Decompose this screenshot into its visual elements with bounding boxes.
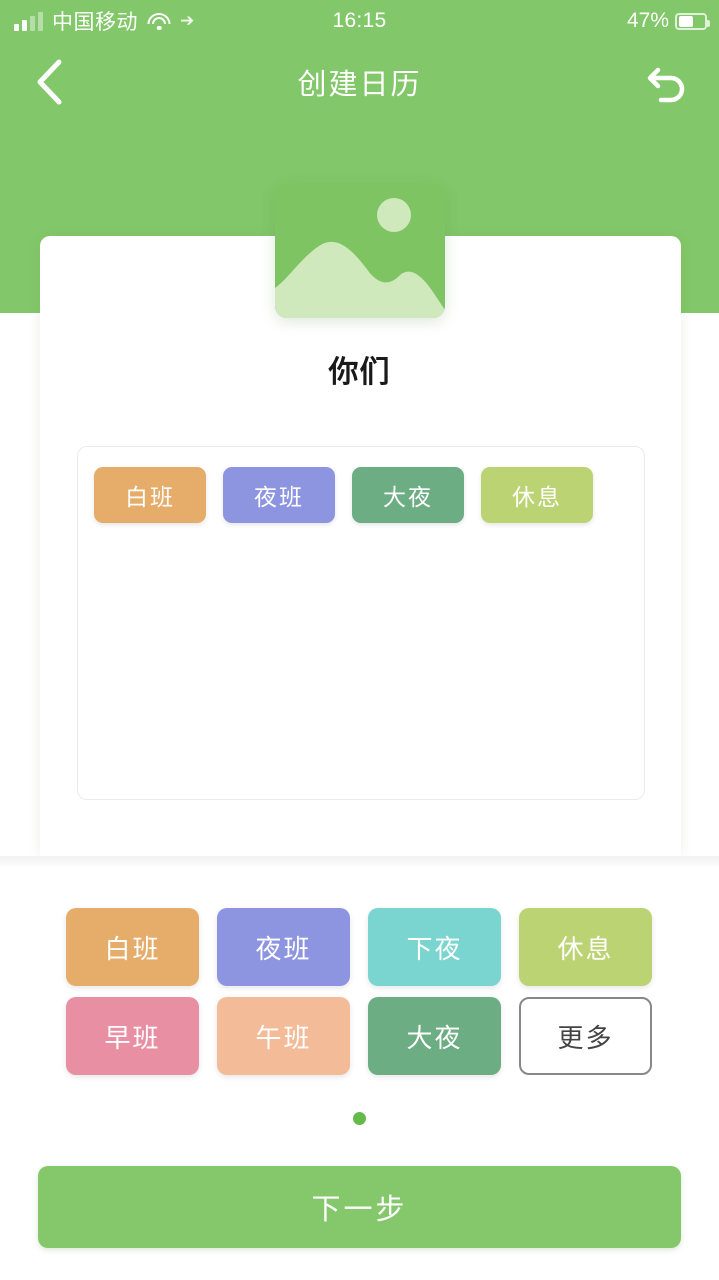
undo-button[interactable] [641, 56, 693, 108]
palette-pager [0, 1112, 719, 1125]
palette-chip[interactable]: 更多 [519, 997, 652, 1075]
palette-chip[interactable]: 早班 [66, 997, 199, 1075]
shift-palette-grid: 白班 夜班 下夜 休息早班 午班 大夜 更多 [66, 908, 653, 1075]
status-bar-time: 16:15 [332, 9, 387, 32]
selected-shift-chip[interactable]: 白班 [94, 467, 206, 523]
selected-shifts-box[interactable]: 白班 夜班 大夜 休息 [77, 446, 645, 800]
palette-chip[interactable]: 午班 [217, 997, 350, 1075]
palette-chip[interactable]: 白班 [66, 908, 199, 986]
palette-chip[interactable]: 下夜 [368, 908, 501, 986]
section-divider [0, 856, 719, 866]
palette-chip[interactable]: 大夜 [368, 997, 501, 1075]
image-placeholder-icon [275, 241, 445, 318]
next-step-button[interactable]: 下一步 [38, 1166, 681, 1248]
undo-arrow-icon [647, 67, 685, 103]
battery-icon [675, 12, 710, 30]
battery-percent-label: 47% [626, 9, 669, 32]
selected-shift-chip[interactable]: 夜班 [223, 467, 335, 523]
app-root: 中国移动 ➔ 16:15 47% 创建日历 你们 白班 夜班 大夜 休息 白班 … [0, 0, 719, 1280]
pager-dot[interactable] [353, 1112, 366, 1125]
status-bar-right: 47% [626, 0, 710, 42]
palette-chip[interactable]: 夜班 [217, 908, 350, 986]
selected-shift-chip[interactable]: 大夜 [352, 467, 464, 523]
status-bar: 中国移动 ➔ 16:15 47% [0, 0, 719, 42]
page-title: 创建日历 [297, 69, 422, 101]
calendar-name-label: 你们 [328, 356, 391, 389]
cover-image-button[interactable] [275, 184, 445, 318]
selected-shift-chip[interactable]: 休息 [481, 467, 593, 523]
nav-bar: 创建日历 [0, 44, 719, 120]
palette-chip[interactable]: 休息 [519, 908, 652, 986]
selected-shifts-row: 白班 夜班 大夜 休息 [94, 467, 628, 523]
